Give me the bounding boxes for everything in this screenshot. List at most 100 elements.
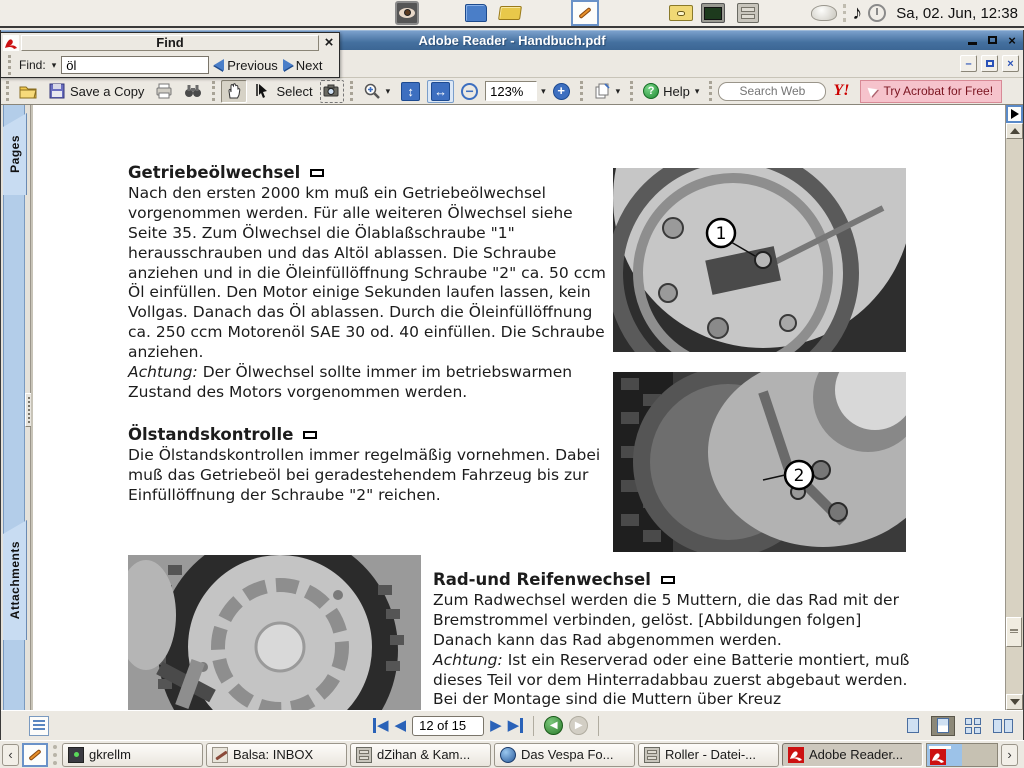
last-page-button[interactable]: ▶: [508, 718, 524, 733]
find-previous-button[interactable]: Previous: [214, 58, 278, 73]
task-vespa-forum[interactable]: Das Vespa Fo...: [494, 743, 635, 767]
snapshot-tool-button[interactable]: [320, 80, 344, 103]
find-next-button[interactable]: Next: [283, 58, 323, 73]
toolbar-grip[interactable]: [709, 81, 712, 101]
toolbar-grip[interactable]: [212, 81, 215, 101]
zoom-out-button[interactable]: −: [457, 80, 482, 103]
page-display-button[interactable]: ▾: [589, 80, 625, 103]
next-view-button[interactable]: ▶: [569, 716, 588, 735]
heading-marker-icon: [303, 431, 317, 439]
note-label: Achtung:: [433, 651, 503, 669]
find-dropdown[interactable]: ▾: [52, 60, 57, 71]
toolbar-grip[interactable]: [350, 81, 353, 101]
tray-app-icon[interactable]: [811, 5, 837, 21]
workspace-1[interactable]: [927, 744, 962, 766]
hand-tool-button[interactable]: [221, 80, 247, 103]
scrollbar-thumb[interactable]: [1006, 617, 1022, 647]
first-page-button[interactable]: ◀: [373, 718, 389, 733]
search-button[interactable]: [180, 80, 206, 103]
task-label: Adobe Reader...: [809, 747, 903, 762]
heading-marker-icon: [661, 576, 675, 584]
close-button[interactable]: ×: [1005, 33, 1019, 47]
magnifier-plus-icon: [363, 82, 381, 100]
scrollbar-track[interactable]: [1006, 139, 1023, 694]
facing-pages-button[interactable]: [961, 716, 985, 736]
task-adobe-reader[interactable]: Adobe Reader...: [782, 743, 923, 767]
power-icon[interactable]: [868, 4, 886, 22]
zoom-level-combo[interactable]: [485, 81, 537, 101]
task-gkrellm[interactable]: gkrellm: [62, 743, 203, 767]
tab-pages-label: Pages: [8, 135, 22, 173]
fit-width-button[interactable]: ↔: [427, 80, 454, 103]
taskbar-scroll-right-button[interactable]: ›: [1001, 744, 1018, 766]
previous-view-button[interactable]: ◀: [544, 716, 563, 735]
find-grip[interactable]: [8, 55, 11, 75]
section-body: Zum Radwechsel werden die 5 Muttern, die…: [433, 591, 911, 651]
clock[interactable]: Sa, 02. Jun, 12:38: [892, 5, 1018, 22]
zoom-in-button[interactable]: +: [549, 80, 574, 103]
desktop: ♪ Sa, 02. Jun, 12:38 Adobe Reader - Hand…: [0, 0, 1024, 768]
scroll-up-button[interactable]: [1006, 123, 1023, 139]
fit-page-button[interactable]: ↕: [397, 80, 424, 103]
maximize-button[interactable]: [985, 33, 999, 47]
volume-note-icon[interactable]: ♪: [852, 3, 862, 23]
page-number-field[interactable]: [412, 716, 484, 736]
print-button[interactable]: [151, 80, 177, 103]
continuous-page-button[interactable]: [931, 716, 955, 736]
scroll-menu-button[interactable]: [1006, 105, 1023, 123]
find-input[interactable]: [61, 56, 209, 74]
doc-close-button[interactable]: ×: [1002, 55, 1019, 72]
task-dzihan[interactable]: dZihan & Kam...: [350, 743, 491, 767]
open-button[interactable]: [15, 80, 41, 103]
search-web-input[interactable]: [718, 82, 826, 101]
toolbar-grip[interactable]: [580, 81, 583, 101]
toolbar-grip[interactable]: [6, 81, 9, 101]
try-acrobat-button[interactable]: Try Acrobat for Free!: [860, 80, 1002, 103]
document-status-icon[interactable]: [29, 716, 49, 736]
archive-drawer-icon[interactable]: [669, 5, 693, 21]
select-tool-button[interactable]: Select: [250, 80, 316, 103]
page-display-dropdown[interactable]: ▾: [616, 86, 621, 97]
zoom-tool-dropdown[interactable]: ▾: [386, 86, 391, 97]
workspace-2[interactable]: [962, 744, 997, 766]
file-cabinet-icon[interactable]: [737, 3, 759, 23]
zoom-tool-button[interactable]: ▾: [359, 80, 395, 103]
reader-main: Pages Attachments Getriebeölwechsel Nach…: [1, 105, 1023, 710]
show-desktop-button[interactable]: [22, 743, 48, 767]
doc-restore-button[interactable]: [981, 55, 998, 72]
yahoo-logo[interactable]: Y!: [833, 82, 849, 100]
next-page-button[interactable]: ▶: [490, 718, 502, 733]
taskbar-grip[interactable]: [53, 745, 57, 765]
help-button[interactable]: ? Help ▾: [639, 80, 703, 103]
workspace-pager[interactable]: [926, 743, 998, 767]
find-close-icon[interactable]: ×: [321, 36, 337, 50]
single-page-button[interactable]: [901, 716, 925, 736]
task-roller-files[interactable]: Roller - Datei-...: [638, 743, 779, 767]
save-copy-button[interactable]: Save a Copy: [44, 80, 148, 103]
tab-attachments[interactable]: Attachments: [3, 520, 27, 640]
doc-minimize-button[interactable]: –: [960, 55, 977, 72]
editor-launcher-icon[interactable]: [571, 0, 599, 26]
find-titlebar[interactable]: Find ×: [1, 33, 339, 53]
figure-oil-drain-photo: 1: [613, 168, 906, 352]
screenshot-eye-icon[interactable]: [395, 1, 419, 25]
document-page[interactable]: Getriebeölwechsel Nach den ersten 2000 k…: [31, 105, 1005, 710]
previous-page-button[interactable]: ◀: [395, 718, 407, 733]
figure-callout-1: 1: [716, 224, 727, 244]
task-label: Balsa: INBOX: [233, 747, 313, 762]
help-dropdown[interactable]: ▾: [695, 86, 700, 97]
minimize-button[interactable]: [965, 33, 979, 47]
vertical-scrollbar[interactable]: [1005, 105, 1023, 710]
eye-icon: [399, 8, 415, 18]
terminal-icon[interactable]: [701, 3, 725, 23]
continuous-facing-button[interactable]: [991, 716, 1015, 736]
toolbar-grip[interactable]: [630, 81, 633, 101]
scroll-down-button[interactable]: [1006, 694, 1023, 710]
task-balsa[interactable]: Balsa: INBOX: [206, 743, 347, 767]
taskbar-scroll-left-button[interactable]: ‹: [2, 744, 19, 766]
zoom-combo-dropdown[interactable]: ▾: [541, 86, 546, 97]
help-icon: ?: [643, 83, 659, 99]
file-manager-icon[interactable]: [465, 4, 487, 22]
folder-icon[interactable]: [498, 6, 522, 20]
tab-pages[interactable]: Pages: [3, 113, 27, 195]
